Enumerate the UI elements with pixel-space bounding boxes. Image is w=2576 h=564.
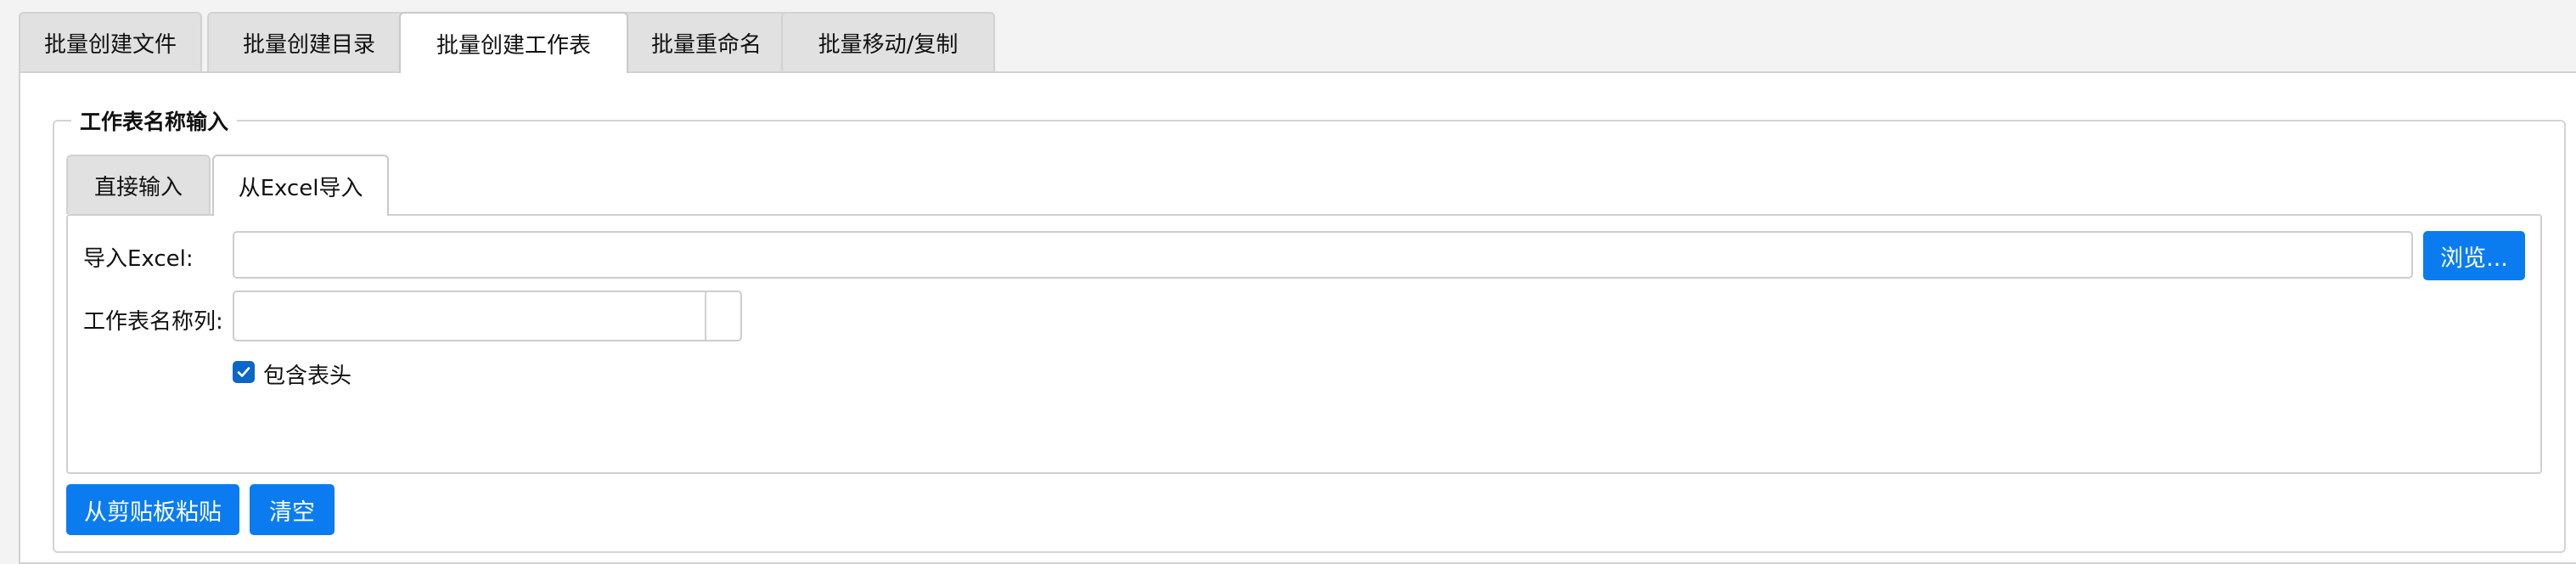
sheet-name-column-label: 工作表名称列: — [83, 309, 223, 335]
clear-button[interactable]: 清空 — [250, 484, 335, 535]
include-header-label[interactable]: 包含表头 — [263, 358, 352, 390]
tab-batch-rename[interactable]: 批量重命名 — [615, 12, 798, 71]
group-title: 工作表名称输入 — [71, 105, 238, 136]
tab-batch-create-worksheets[interactable]: 批量创建工作表 — [399, 12, 628, 73]
excel-file-path-input[interactable] — [233, 231, 2413, 279]
browse-button[interactable]: 浏览... — [2423, 231, 2525, 280]
tab-import-from-excel[interactable]: 从Excel导入 — [212, 155, 389, 216]
import-excel-label: 导入Excel: — [83, 246, 194, 272]
sheet-name-column-combobox[interactable] — [233, 290, 742, 341]
tab-direct-input[interactable]: 直接输入 — [66, 155, 211, 214]
include-header-checkbox[interactable] — [233, 361, 255, 383]
combo-divider — [705, 292, 706, 340]
tab-batch-create-files[interactable]: 批量创建文件 — [19, 12, 202, 71]
paste-from-clipboard-button[interactable]: 从剪贴板粘贴 — [66, 484, 239, 535]
tab-batch-create-directories[interactable]: 批量创建目录 — [207, 12, 411, 71]
checkmark-icon — [237, 367, 250, 377]
dropdown-arrow-icon[interactable] — [708, 292, 740, 340]
tab-batch-move-copy[interactable]: 批量移动/复制 — [781, 12, 995, 71]
